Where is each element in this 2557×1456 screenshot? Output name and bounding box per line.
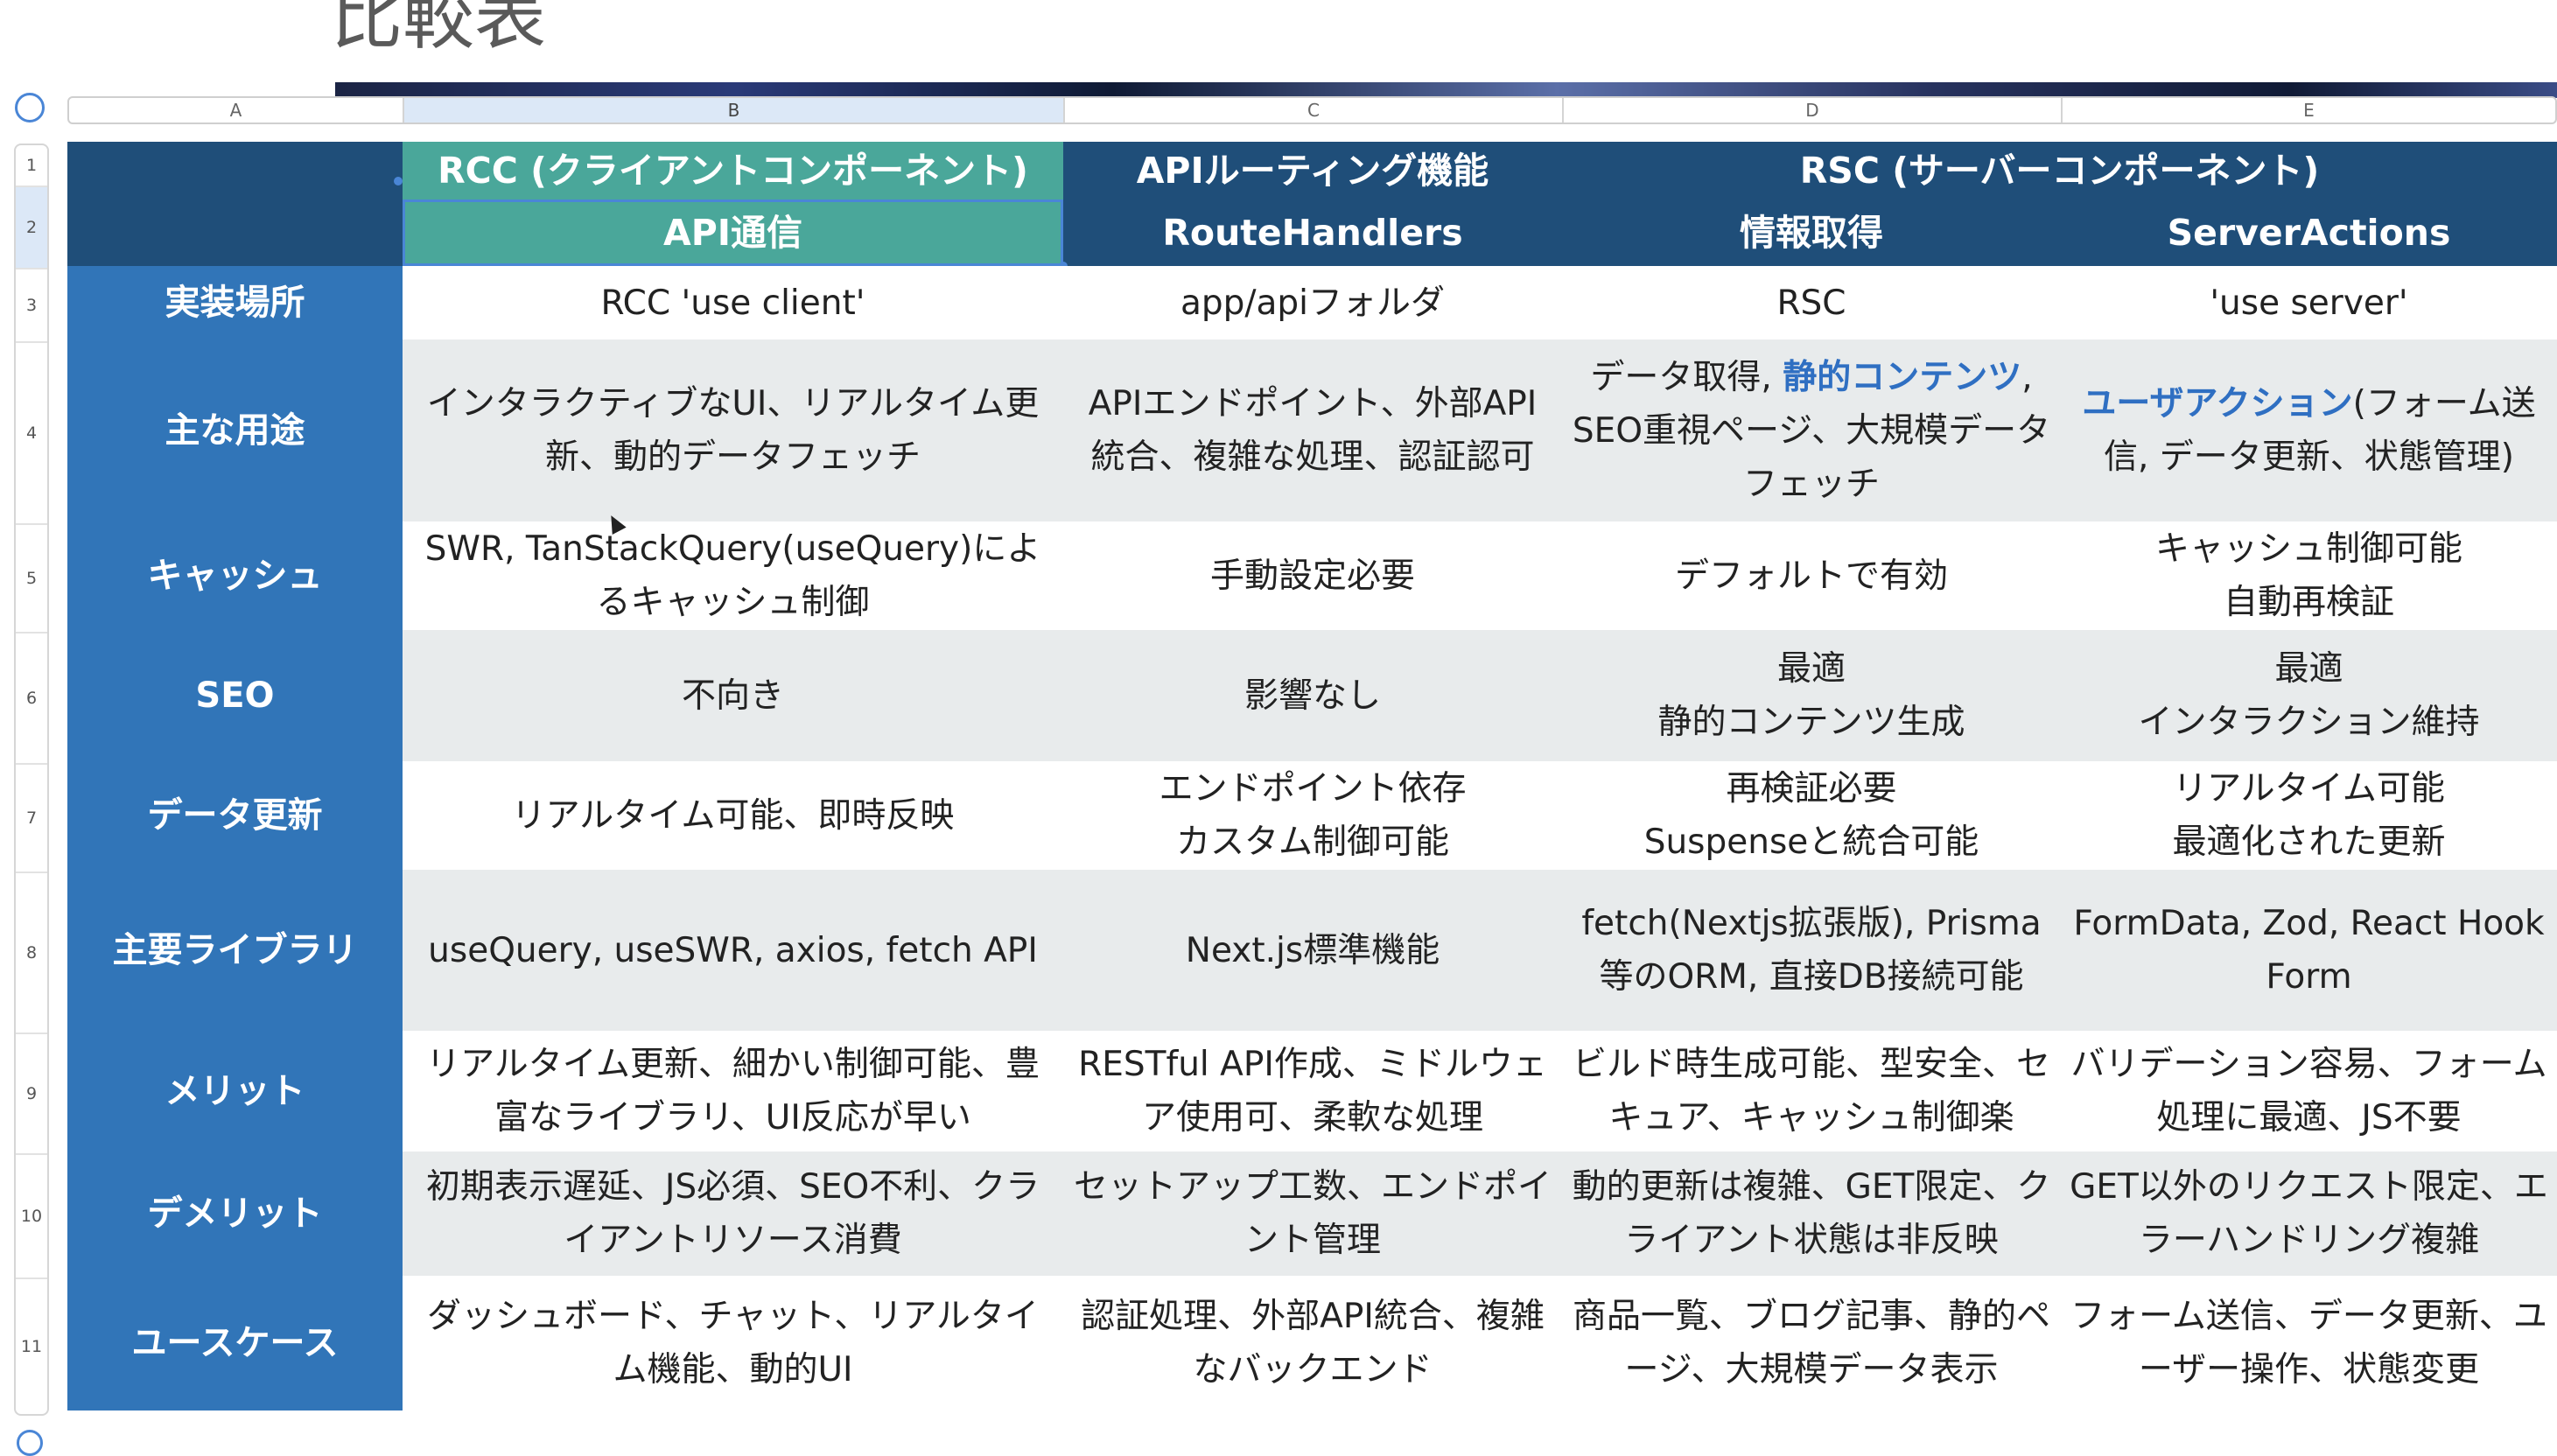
row-header-5[interactable]: 5: [16, 525, 47, 634]
header-group-rcc[interactable]: RCC (クライアントコンポーネント): [403, 142, 1063, 200]
table-cell[interactable]: ユーザアクション(フォーム送信, データ更新、状態管理): [2061, 340, 2557, 522]
table-cell[interactable]: SWR, TanStackQuery(useQuery)によるキャッシュ制御: [403, 522, 1063, 630]
table-cell[interactable]: RESTful API作成、ミドルウェア使用可、柔軟な処理: [1063, 1031, 1562, 1152]
table-cell[interactable]: RCC 'use client': [403, 266, 1063, 340]
row-header-6[interactable]: 6: [16, 634, 47, 765]
table-cell[interactable]: RSC: [1562, 266, 2061, 340]
table-cell[interactable]: データ取得, 静的コンテンツ, SEO重視ページ、大規模データフェッチ: [1562, 340, 2061, 522]
column-header-e[interactable]: E: [2063, 98, 2555, 122]
row-label[interactable]: 主な用途: [67, 340, 403, 522]
table-cell[interactable]: 最適 インタラクション維持: [2061, 630, 2557, 761]
header-corner-cell[interactable]: [67, 142, 403, 266]
table-cell[interactable]: ダッシュボード、チャット、リアルタイム機能、動的UI: [403, 1276, 1063, 1410]
table-cell[interactable]: バリデーション容易、フォーム処理に最適、JS不要: [2061, 1031, 2557, 1152]
row-label[interactable]: キャッシュ: [67, 522, 403, 630]
row-label[interactable]: デメリット: [67, 1152, 403, 1276]
row-header-1[interactable]: 1: [16, 145, 47, 187]
row-header-9[interactable]: 9: [16, 1034, 47, 1155]
table-cell[interactable]: リアルタイム可能 最適化された更新: [2061, 761, 2557, 870]
highlight-text: 静的コンテンツ: [1783, 357, 2022, 397]
table-cell[interactable]: APIエンドポイント、外部API統合、複雑な処理、認証認可: [1063, 340, 1562, 522]
row-header-bar: 1 2 3 4 5 6 7 8 9 10 11: [14, 144, 49, 1416]
row-label[interactable]: SEO: [67, 630, 403, 761]
table-cell[interactable]: 再検証必要 Suspenseと統合可能: [1562, 761, 2061, 870]
column-header-d[interactable]: D: [1564, 98, 2063, 122]
header-sub-rsc-actions[interactable]: ServerActions: [2061, 200, 2557, 266]
row-label[interactable]: ユースケース: [67, 1276, 403, 1410]
table-cell[interactable]: リアルタイム更新、細かい制御可能、豊富なライブラリ、UI反応が早い: [403, 1031, 1063, 1152]
header-group-api[interactable]: APIルーティング機能: [1063, 142, 1562, 200]
table-cell[interactable]: 初期表示遅延、JS必須、SEO不利、クライアントリソース消費: [403, 1152, 1063, 1276]
select-all-button[interactable]: [15, 93, 45, 122]
table-cell[interactable]: リアルタイム可能、即時反映: [403, 761, 1063, 870]
header-sub-rcc[interactable]: API通信: [403, 200, 1063, 266]
row-label[interactable]: データ更新: [67, 761, 403, 870]
table-cell[interactable]: 動的更新は複雑、GET限定、クライアント状態は非反映: [1562, 1152, 2061, 1276]
page-title: 比較表: [331, 0, 547, 60]
table-cell[interactable]: fetch(Nextjs拡張版), Prisma等のORM, 直接DB接続可能: [1562, 870, 2061, 1031]
table-cell[interactable]: キャッシュ制御可能 自動再検証: [2061, 522, 2557, 630]
row-header-4[interactable]: 4: [16, 343, 47, 525]
selection-handle-top[interactable]: [394, 177, 403, 186]
column-header-b[interactable]: B: [404, 98, 1065, 122]
row-header-10[interactable]: 10: [16, 1155, 47, 1279]
table-cell[interactable]: GET以外のリクエスト限定、エラーハンドリング複雑: [2061, 1152, 2557, 1276]
column-header-c[interactable]: C: [1065, 98, 1564, 122]
table-cell[interactable]: インタラクティブなUI、リアルタイム更新、動的データフェッチ: [403, 340, 1063, 522]
highlight-text: ユーザアクション: [2082, 384, 2353, 424]
table-cell[interactable]: 'use server': [2061, 266, 2557, 340]
add-row-button[interactable]: [17, 1430, 43, 1456]
table-cell[interactable]: 不向き: [403, 630, 1063, 761]
table-cell[interactable]: セットアップ工数、エンドポイント管理: [1063, 1152, 1562, 1276]
row-header-11[interactable]: 11: [16, 1279, 47, 1414]
column-header-bar: A B C D E: [67, 96, 2557, 124]
row-label[interactable]: 主要ライブラリ: [67, 870, 403, 1031]
table-cell[interactable]: ビルド時生成可能、型安全、セキュア、キャッシュ制御楽: [1562, 1031, 2061, 1152]
column-header-a[interactable]: A: [69, 98, 404, 122]
header-sub-api[interactable]: RouteHandlers: [1063, 200, 1562, 266]
table-cell[interactable]: 手動設定必要: [1063, 522, 1562, 630]
cell-text: データ取得,: [1590, 357, 1783, 397]
table-cell[interactable]: 影響なし: [1063, 630, 1562, 761]
table-cell[interactable]: 認証処理、外部API統合、複雑なバックエンド: [1063, 1276, 1562, 1410]
table-cell[interactable]: app/apiフォルダ: [1063, 266, 1562, 340]
row-header-8[interactable]: 8: [16, 873, 47, 1034]
table-cell[interactable]: エンドポイント依存 カスタム制御可能: [1063, 761, 1562, 870]
row-header-7[interactable]: 7: [16, 765, 47, 873]
table-cell[interactable]: 最適 静的コンテンツ生成: [1562, 630, 2061, 761]
row-label[interactable]: 実装場所: [67, 266, 403, 340]
table-cell[interactable]: フォーム送信、データ更新、ユーザー操作、状態変更: [2061, 1276, 2557, 1410]
header-sub-rsc-fetch[interactable]: 情報取得: [1562, 200, 2061, 266]
row-header-2[interactable]: 2: [16, 187, 47, 270]
table-cell[interactable]: Next.js標準機能: [1063, 870, 1562, 1031]
header-group-rsc[interactable]: RSC (サーバーコンポーネント): [1562, 142, 2557, 200]
table-cell[interactable]: FormData, Zod, React Hook Form: [2061, 870, 2557, 1031]
table-cell[interactable]: デフォルトで有効: [1562, 522, 2061, 630]
row-label[interactable]: メリット: [67, 1031, 403, 1152]
table-cell[interactable]: useQuery, useSWR, axios, fetch API: [403, 870, 1063, 1031]
row-header-3[interactable]: 3: [16, 270, 47, 343]
table-cell[interactable]: 商品一覧、ブログ記事、静的ページ、大規模データ表示: [1562, 1276, 2061, 1410]
